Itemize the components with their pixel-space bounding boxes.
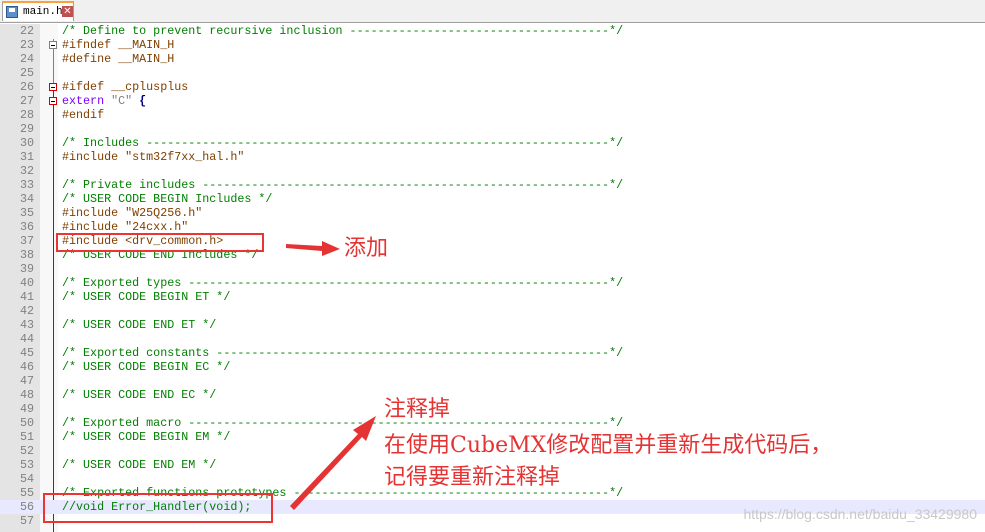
arrow-add-icon (286, 241, 340, 256)
watermark: https://blog.csdn.net/baidu_33429980 (743, 506, 977, 522)
annotation-add: 添加 (344, 236, 389, 261)
annotation-note-1: 在使用CubeMX修改配置并重新生成代码后， (384, 433, 833, 458)
arrow-comment-icon (290, 416, 376, 510)
annotation-note-2: 记得要重新注释掉 (384, 465, 561, 490)
annotation-comment-out: 注释掉 (384, 397, 451, 422)
